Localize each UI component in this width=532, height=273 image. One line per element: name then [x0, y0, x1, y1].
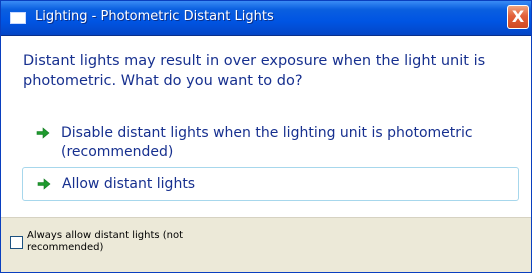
task-dialog: Lighting - Photometric Distant Lights X …	[0, 0, 532, 273]
title-bar[interactable]: Lighting - Photometric Distant Lights X	[1, 1, 531, 36]
disable-distant-lights-option[interactable]: Disable distant lights when the lighting…	[22, 120, 519, 166]
window-title: Lighting - Photometric Distant Lights	[35, 9, 274, 24]
option-label: Allow distant lights	[62, 176, 196, 192]
footer-area: Always allow distant lights (not recomme…	[1, 217, 531, 272]
main-instruction: Distant lights may result in over exposu…	[23, 53, 486, 89]
dialog-content: Distant lights may result in over exposu…	[1, 36, 531, 217]
window-icon	[10, 12, 26, 24]
green-arrow-icon	[37, 178, 51, 190]
close-button[interactable]: X	[507, 5, 529, 29]
always-allow-checkbox-label[interactable]: Always allow distant lights (not recomme…	[27, 230, 247, 254]
option-label: Disable distant lights when the lighting…	[61, 125, 473, 160]
always-allow-checkbox[interactable]	[10, 236, 23, 249]
green-arrow-icon	[36, 127, 50, 139]
allow-distant-lights-option[interactable]: Allow distant lights	[22, 167, 519, 201]
